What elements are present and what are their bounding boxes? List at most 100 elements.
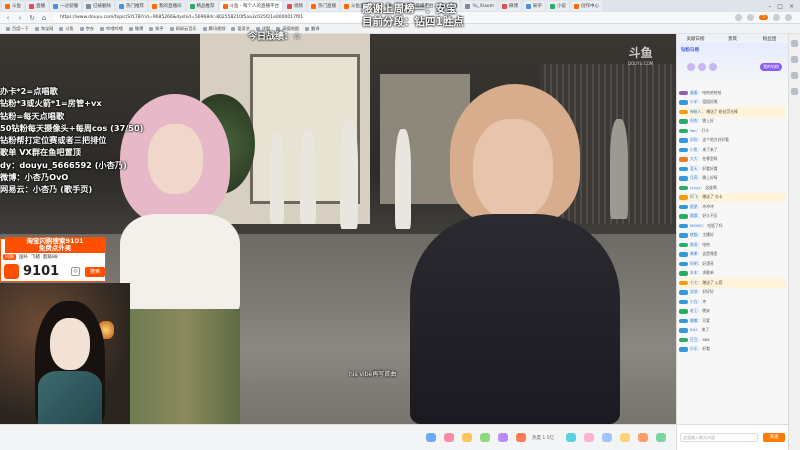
gift-icon[interactable] xyxy=(599,430,614,445)
gift-icon[interactable] xyxy=(441,430,456,445)
gift-icon[interactable] xyxy=(653,430,668,445)
chat-nick[interactable]: 蛋蛋： xyxy=(690,90,701,96)
browser-tab[interactable]: 微博 xyxy=(499,1,522,11)
rail-icon[interactable] xyxy=(791,40,798,47)
chat-nick[interactable]: 嘟嘟： xyxy=(690,318,701,324)
chat-nick[interactable]: 乐乐： xyxy=(690,346,701,352)
gift-icon[interactable] xyxy=(477,430,492,445)
chat-nick[interactable]: MOMO： xyxy=(690,223,706,229)
chat-nick[interactable]: Yan： xyxy=(690,128,700,134)
rail-icon[interactable] xyxy=(791,72,798,79)
bookmark-item[interactable]: 斗鱼 xyxy=(59,26,74,32)
taobao-ad[interactable]: 淘宝闪购搜索9101 免费点外卖 闪购 国补 飞猪 超级88 9101 ◎ 搜索 xyxy=(0,237,106,282)
chat-nick[interactable]: 老王： xyxy=(690,308,701,314)
chat-nick[interactable]: 月亮： xyxy=(690,175,701,181)
chat-tab[interactable]: 贵宾 xyxy=(714,36,751,42)
maximize-icon[interactable]: □ xyxy=(777,3,783,10)
chat-nick[interactable]: 豆豆： xyxy=(690,337,701,343)
chat-nick[interactable]: 阿飞： xyxy=(690,194,701,200)
chat-text: 在哪里呀 xyxy=(702,156,718,162)
browser-tab[interactable]: 已被删除 xyxy=(83,1,114,11)
rail-icon[interactable] xyxy=(791,56,798,63)
browser-tab[interactable]: 我的直播间 xyxy=(149,1,185,11)
rail-icon[interactable] xyxy=(791,88,798,95)
chat-nick[interactable]: 小羊： xyxy=(690,99,701,105)
browser-tab[interactable]: Yu_Xiaom xyxy=(462,1,498,11)
browser-tab[interactable]: 热门推荐 xyxy=(116,1,147,11)
gift-icon[interactable] xyxy=(513,430,528,445)
forward-icon[interactable]: › xyxy=(16,14,24,22)
rank-title: 钻粉日榜 xyxy=(681,48,699,53)
gift-icon[interactable] xyxy=(635,430,650,445)
avatar[interactable] xyxy=(698,63,706,71)
chat-nick[interactable]: Kiki： xyxy=(690,327,701,333)
browser-tab[interactable]: 热门直播 xyxy=(307,1,339,11)
bookmark-item[interactable]: 淘宝网 xyxy=(34,26,53,32)
profile-icon[interactable] xyxy=(773,14,780,21)
chat-nick[interactable]: 蓝天： xyxy=(690,166,701,172)
gift-icon[interactable] xyxy=(423,430,438,445)
chat-nick[interactable]: 果果： xyxy=(690,251,701,257)
browser-tab[interactable]: 视频 xyxy=(283,1,306,11)
browser-tab[interactable]: 一过就懂 xyxy=(50,1,81,11)
window-controls: – □ × xyxy=(768,3,800,10)
send-button[interactable]: 发送 xyxy=(763,433,785,442)
back-icon[interactable]: ‹ xyxy=(4,14,12,22)
notification-badge[interactable]: 5 xyxy=(759,15,768,20)
bookmark-item[interactable]: 京东 xyxy=(79,26,94,32)
download-icon[interactable] xyxy=(747,14,755,21)
my-fans-button[interactable]: 我的钻粉 xyxy=(760,63,782,71)
bookmark-item[interactable]: 知乎 xyxy=(149,26,164,32)
gift-icon[interactable] xyxy=(459,430,474,445)
chat-nick[interactable]: 星星： xyxy=(690,204,701,210)
chat-tab[interactable]: 粉丝团 xyxy=(751,36,788,42)
extension-icon[interactable] xyxy=(735,14,743,21)
browser-tab[interactable]: 精品推荐 xyxy=(186,1,218,11)
bookmark-item[interactable]: 微博 xyxy=(128,26,143,32)
chat-nick[interactable]: 胖虎： xyxy=(690,242,701,248)
browser-tab[interactable]: 知乎 xyxy=(523,1,546,11)
chat-nick[interactable]: 夜猫： xyxy=(690,232,701,238)
camera-icon[interactable]: ◎ xyxy=(71,267,80,276)
chat-nick[interactable]: 风吹： xyxy=(690,137,701,143)
browser-tab[interactable]: 小说 xyxy=(547,1,570,11)
home-icon[interactable]: ⌂ xyxy=(40,14,48,22)
level-badge-icon xyxy=(679,252,688,257)
chat-tab[interactable]: 贡献日榜 xyxy=(677,36,714,42)
chat-nick[interactable]: 阿明： xyxy=(690,261,701,267)
browser-tab[interactable]: 直播 xyxy=(26,1,48,11)
chat-nick[interactable]: 大大： xyxy=(690,156,701,162)
chat-nick[interactable]: 晨晨： xyxy=(690,213,701,219)
gift-icon[interactable] xyxy=(617,430,632,445)
chat-nick[interactable]: 木木： xyxy=(690,270,701,276)
tab-label: 视频 xyxy=(293,4,303,9)
chat-nick[interactable]: 小鱼： xyxy=(690,147,701,153)
gift-icon[interactable] xyxy=(581,430,596,445)
ad-search-button[interactable]: 搜索 xyxy=(85,267,105,277)
bookmark-item[interactable]: 网易云音乐 xyxy=(169,26,197,32)
bookmark-item[interactable]: 翻译 xyxy=(305,26,320,32)
gift-icon[interactable] xyxy=(563,430,578,445)
chat-nick[interactable]: 七七： xyxy=(690,280,701,286)
chat-nick[interactable]: 神秘人： xyxy=(690,109,705,115)
bookmark-item[interactable]: 哔哩哔哩 xyxy=(100,26,123,32)
bookmark-item[interactable]: 腾讯视频 xyxy=(202,26,225,32)
menu-icon[interactable] xyxy=(785,14,792,21)
refresh-icon[interactable]: ↻ xyxy=(28,14,36,22)
gift-icon[interactable] xyxy=(495,430,510,445)
chat-nick[interactable]: 小白： xyxy=(690,299,701,305)
minimize-icon[interactable]: – xyxy=(768,3,771,10)
url-input[interactable]: https://www.douyu.com/topic/SYLTB?rid=96… xyxy=(54,13,384,22)
browser-tab[interactable]: 斗鱼 xyxy=(2,1,24,11)
chat-nick[interactable]: 阿杰： xyxy=(690,118,701,124)
browser-tab[interactable]: 创作中心 xyxy=(571,1,603,11)
avatar[interactable] xyxy=(687,63,695,71)
chat-input[interactable]: 这里输入聊天内容 xyxy=(680,433,758,442)
browser-tab[interactable]: 斗鱼 - 每个人的直播平台 xyxy=(219,1,282,11)
chat-nick[interactable]: 凉凉： xyxy=(690,289,701,295)
bookmark-item[interactable]: 百度一下 xyxy=(6,26,29,32)
overlay-today: 今日战绩：☆ xyxy=(248,32,302,42)
chat-nick[interactable]: ryyyy： xyxy=(690,185,704,191)
avatar[interactable] xyxy=(709,63,717,71)
close-icon[interactable]: × xyxy=(789,3,794,10)
